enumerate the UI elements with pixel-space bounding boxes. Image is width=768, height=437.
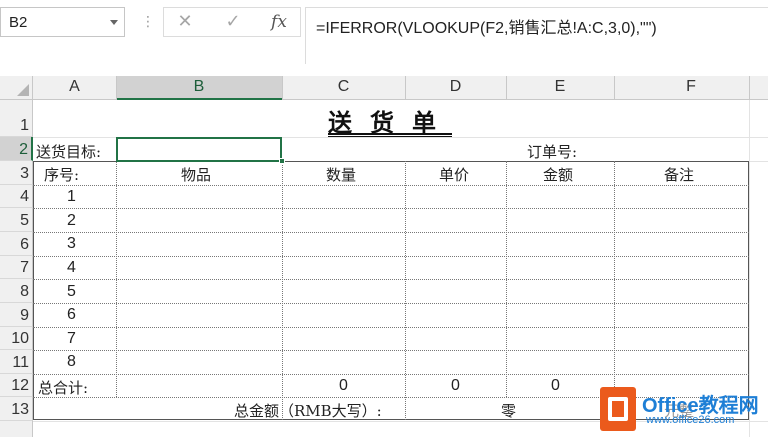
- fill-handle[interactable]: [279, 158, 285, 164]
- row-header-10[interactable]: 10: [0, 327, 33, 350]
- row-header-1[interactable]: 1: [0, 100, 33, 137]
- column-divider[interactable]: [282, 76, 283, 100]
- table-line: [33, 185, 749, 186]
- row-header-2[interactable]: 2: [0, 137, 33, 161]
- row-header-4[interactable]: 4: [0, 185, 33, 208]
- table-line: [33, 350, 749, 351]
- row-header-label: 9: [20, 307, 29, 324]
- table-line: [33, 208, 749, 209]
- column-header-label: F: [686, 78, 696, 95]
- row-header-label: 4: [20, 188, 29, 205]
- row-header-label: 10: [11, 330, 29, 347]
- formula-bar-separator: ⋮: [141, 14, 155, 30]
- column-header-label: C: [337, 78, 350, 95]
- seq-cell[interactable]: 2: [67, 212, 76, 230]
- row-header-13[interactable]: 13: [0, 397, 33, 421]
- table-line: [282, 161, 283, 420]
- cancel-icon[interactable]: ✕: [170, 8, 200, 36]
- column-header-b[interactable]: B: [116, 76, 282, 100]
- row-header-8[interactable]: 8: [0, 279, 33, 303]
- chevron-down-icon[interactable]: [110, 20, 118, 25]
- formula-text: =IFERROR(VLOOKUP(F2,销售汇总!A:C,3,0),""): [316, 20, 657, 37]
- row-header-12[interactable]: 12: [0, 374, 33, 397]
- row-header-label: 1: [20, 117, 29, 134]
- row-header-14[interactable]: [0, 421, 33, 437]
- active-cell-b2[interactable]: [116, 137, 282, 162]
- total-amount[interactable]: 0: [551, 377, 560, 395]
- row-header-label: 13: [11, 401, 29, 418]
- table-line: [33, 232, 749, 233]
- column-header-e[interactable]: E: [506, 76, 614, 100]
- row-header-7[interactable]: 7: [0, 256, 33, 279]
- column-header-label: E: [554, 78, 566, 95]
- column-header-label: A: [69, 78, 80, 95]
- header-amount[interactable]: 金额: [543, 164, 573, 185]
- formula-input[interactable]: =IFERROR(VLOOKUP(F2,销售汇总!A:C,3,0),""): [305, 7, 768, 64]
- header-item[interactable]: 物品: [181, 164, 211, 185]
- watermark: Office教程网 www.office26.com: [600, 383, 768, 437]
- total-price[interactable]: 0: [451, 377, 460, 395]
- row-header-label: 7: [20, 259, 29, 276]
- row-header-label: 5: [20, 212, 29, 229]
- row-header-label: 12: [11, 377, 29, 394]
- column-divider[interactable]: [116, 76, 117, 100]
- row-header-5[interactable]: 5: [0, 208, 33, 232]
- table-line: [33, 256, 749, 257]
- seq-cell[interactable]: 1: [67, 188, 76, 206]
- row-header-label: 3: [20, 165, 29, 182]
- row-header-9[interactable]: 9: [0, 303, 33, 327]
- seq-cell[interactable]: 7: [67, 330, 76, 348]
- formula-bar: B2 ⋮ ✕ ✓ fx =IFERROR(VLOOKUP(F2,销售汇总!A:C…: [0, 0, 768, 64]
- name-box[interactable]: B2: [0, 7, 125, 37]
- row-header-label: 11: [12, 354, 29, 371]
- header-seq[interactable]: 序号:: [44, 164, 79, 185]
- row-header-3[interactable]: 3: [0, 161, 33, 185]
- header-qty[interactable]: 数量: [326, 164, 356, 185]
- rmb-total-label[interactable]: 总金额（RMB大写）:: [234, 400, 382, 421]
- row-header-label: 2: [19, 141, 28, 158]
- column-header-c[interactable]: C: [282, 76, 405, 100]
- column-header-label: D: [449, 78, 462, 95]
- column-header-a[interactable]: A: [33, 76, 116, 100]
- formula-bar-buttons: ✕ ✓ fx: [163, 7, 301, 37]
- watermark-url: www.office26.com: [646, 414, 735, 426]
- cell-a2-target-label[interactable]: 送货目标:: [36, 141, 101, 162]
- column-header-label: B: [193, 78, 205, 95]
- column-divider[interactable]: [614, 76, 615, 100]
- insert-function-icon[interactable]: fx: [264, 8, 294, 36]
- table-line: [33, 374, 749, 375]
- column-header-d[interactable]: D: [405, 76, 506, 100]
- total-qty[interactable]: 0: [339, 377, 348, 395]
- rmb-total-value[interactable]: 零: [501, 400, 516, 421]
- table-line: [33, 303, 749, 304]
- table-line: [33, 279, 749, 280]
- seq-cell[interactable]: 4: [67, 259, 76, 277]
- column-header-f[interactable]: F: [614, 76, 768, 100]
- title-underline: [328, 136, 452, 137]
- seq-cell[interactable]: 3: [67, 235, 76, 253]
- header-note[interactable]: 备注: [664, 164, 694, 185]
- total-label[interactable]: 总合计:: [38, 377, 88, 398]
- enter-icon[interactable]: ✓: [218, 8, 248, 36]
- column-divider[interactable]: [506, 76, 507, 100]
- column-divider[interactable]: [405, 76, 406, 100]
- name-box-value: B2: [9, 14, 28, 31]
- table-line: [405, 161, 406, 420]
- select-all-button[interactable]: [0, 76, 33, 100]
- row-header-label: 6: [20, 236, 29, 253]
- row-header-label: 8: [20, 283, 29, 300]
- seq-cell[interactable]: 6: [67, 306, 76, 324]
- select-all-triangle-icon: [17, 84, 29, 96]
- table-line: [33, 327, 749, 328]
- header-price[interactable]: 单价: [439, 164, 469, 185]
- title-underline: [328, 133, 452, 135]
- delivery-table: [33, 161, 749, 420]
- seq-cell[interactable]: 8: [67, 353, 76, 371]
- row-header-11[interactable]: 11: [0, 350, 33, 374]
- office-logo-icon: [600, 387, 636, 431]
- row-header-6[interactable]: 6: [0, 232, 33, 256]
- seq-cell[interactable]: 5: [67, 283, 76, 301]
- column-divider[interactable]: [749, 76, 750, 100]
- cell-e2-order-no-label[interactable]: 订单号:: [527, 141, 577, 162]
